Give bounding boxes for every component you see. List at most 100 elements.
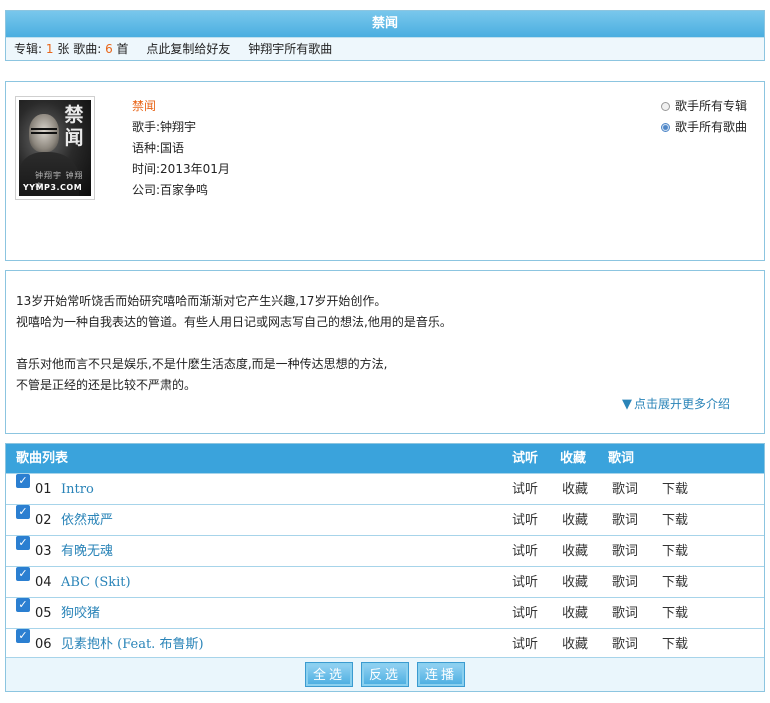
artist-all-songs-link[interactable]: 钟翔宇所有歌曲 (248, 42, 332, 56)
intro-gap (16, 333, 452, 354)
lyrics-link[interactable]: 歌词 (612, 505, 638, 536)
radio-selected-icon[interactable] (660, 123, 670, 132)
lyrics-link[interactable]: 歌词 (612, 567, 638, 598)
page-title: 禁闻 (6, 11, 764, 37)
song-number: 05 (35, 606, 52, 621)
expand-intro-link[interactable]: ▼ 点击展开更多介绍 (622, 395, 730, 412)
filter-all-songs[interactable]: 歌手所有歌曲 (660, 117, 747, 138)
checkbox-checked-icon[interactable]: ✓ (16, 598, 30, 612)
language-value: 国语 (160, 141, 185, 155)
intro-line: 13岁开始常听饶舌而始研究嘻哈而渐渐对它产生兴趣,17岁开始创作。 (16, 294, 387, 308)
song-number: 04 (35, 575, 52, 590)
favorite-link[interactable]: 收藏 (562, 567, 588, 598)
company-row: 公司:百家争鸣 (132, 183, 209, 197)
listen-link[interactable]: 试听 (512, 567, 538, 598)
song-title-link[interactable]: 有晚无魂 (61, 536, 113, 567)
song-title-link[interactable]: 见素抱朴 (Feat. 布鲁斯) (61, 629, 204, 660)
listen-link[interactable]: 试听 (512, 505, 538, 536)
album-cover[interactable]: 禁闻 钟翔宇 钟翔宇 YYMP3.COM (15, 96, 95, 200)
song-row: ✓ 04 ABC (Skit) 试听 收藏 歌词 下载 (6, 566, 764, 597)
checkbox-checked-icon[interactable]: ✓ (16, 629, 30, 643)
song-title-link[interactable]: Intro (61, 474, 94, 505)
song-row: ✓ 03 有晚无魂 试听 收藏 歌词 下载 (6, 535, 764, 566)
triangle-down-icon: ▼ (621, 397, 632, 412)
view-filter: 歌手所有专辑 歌手所有歌曲 (660, 96, 747, 138)
col-lyrics: 歌词 (608, 451, 635, 466)
listen-link[interactable]: 试听 (512, 629, 538, 660)
continuous-play-button[interactable]: 连播 (416, 662, 466, 687)
intro-line: 视嘻哈为一种自我表达的管道。有些人用日记或网志写自己的想法,他用的是音乐。 (16, 315, 452, 329)
lyrics-link[interactable]: 歌词 (612, 536, 638, 567)
singer-name: 钟翔宇 (160, 120, 197, 134)
song-row: ✓ 06 见素抱朴 (Feat. 布鲁斯) 试听 收藏 歌词 下载 (6, 628, 764, 659)
song-title-link[interactable]: ABC (Skit) (61, 567, 131, 598)
favorite-link[interactable]: 收藏 (562, 474, 588, 505)
col-favorite: 收藏 (560, 451, 587, 466)
album-name: 禁闻 (132, 99, 157, 113)
col-listen: 试听 (512, 451, 539, 466)
singer-row: 歌手:钟翔宇 (132, 120, 197, 134)
download-link[interactable]: 下载 (662, 629, 688, 660)
filter-label: 歌手所有歌曲 (674, 120, 747, 134)
checkbox-checked-icon[interactable]: ✓ (16, 536, 30, 550)
cover-figure-glasses (31, 128, 57, 134)
album-count: 1 (45, 42, 54, 56)
select-all-button[interactable]: 全选 (304, 662, 353, 687)
song-list-actions: 全选 反选 连播 (6, 657, 764, 691)
song-number: 06 (35, 637, 52, 652)
album-info-panel: 禁闻 钟翔宇 钟翔宇 YYMP3.COM 禁闻 歌手:钟翔宇 语种:国语 时间:… (5, 81, 765, 261)
song-row: ✓ 05 狗咬猪 试听 收藏 歌词 下载 (6, 597, 764, 628)
favorite-link[interactable]: 收藏 (562, 536, 588, 567)
song-count-unit: 首 (116, 42, 129, 56)
lyrics-link[interactable]: 歌词 (612, 629, 638, 660)
filter-label: 歌手所有专辑 (674, 99, 747, 113)
release-date: 2013年01月 (160, 162, 230, 176)
copy-to-friend-link[interactable]: 点此复制给好友 (146, 42, 230, 56)
song-count: 6 (105, 42, 113, 56)
intro-line: 音乐对他而言不只是娱乐,不是什麽生活态度,而是一种传达思想的方法, (16, 357, 388, 371)
song-title-link[interactable]: 依然戒严 (61, 505, 113, 536)
checkbox-checked-icon[interactable]: ✓ (16, 505, 30, 519)
song-number: 03 (35, 544, 52, 559)
song-count-label: 歌曲: (73, 42, 102, 56)
download-link[interactable]: 下载 (662, 598, 688, 629)
artist-intro-panel: 13岁开始常听饶舌而始研究嘻哈而渐渐对它产生兴趣,17岁开始创作。 视嘻哈为一种… (5, 270, 765, 434)
expand-intro-label: 点击展开更多介绍 (633, 397, 730, 411)
filter-all-albums[interactable]: 歌手所有专辑 (660, 96, 747, 117)
invert-selection-button[interactable]: 反选 (360, 662, 410, 687)
intro-line: 不管是正经的还是比较不严肃的。 (16, 378, 197, 392)
download-link[interactable]: 下载 (662, 536, 688, 567)
checkbox-checked-icon[interactable]: ✓ (16, 567, 30, 581)
album-cover-image: 禁闻 钟翔宇 钟翔宇 YYMP3.COM (19, 100, 91, 196)
listen-link[interactable]: 试听 (512, 598, 538, 629)
favorite-link[interactable]: 收藏 (562, 598, 588, 629)
favorite-link[interactable]: 收藏 (562, 505, 588, 536)
song-list-title: 歌曲列表 (16, 451, 69, 466)
song-number: 02 (35, 513, 52, 528)
listen-link[interactable]: 试听 (512, 536, 538, 567)
download-link[interactable]: 下载 (662, 567, 688, 598)
language-row: 语种:国语 (132, 141, 185, 155)
company-name: 百家争鸣 (160, 183, 209, 197)
lyrics-link[interactable]: 歌词 (612, 598, 638, 629)
intro-text: 13岁开始常听饶舌而始研究嘻哈而渐渐对它产生兴趣,17岁开始创作。 视嘻哈为一种… (16, 291, 452, 396)
album-count-label: 专辑: (14, 42, 43, 56)
song-list-header: 歌曲列表 试听 收藏 歌词 (6, 444, 764, 473)
album-stats: 专辑: 1 张 歌曲: 6 首 点此复制给好友 钟翔宇所有歌曲 (6, 37, 764, 60)
lyrics-link[interactable]: 歌词 (612, 474, 638, 505)
song-number: 01 (35, 482, 52, 497)
album-details: 禁闻 歌手:钟翔宇 语种:国语 时间:2013年01月 公司:百家争鸣 (132, 96, 230, 201)
album-header: 禁闻 专辑: 1 张 歌曲: 6 首 点此复制给好友 钟翔宇所有歌曲 (5, 10, 765, 61)
date-row: 时间:2013年01月 (132, 162, 230, 176)
checkbox-checked-icon[interactable]: ✓ (16, 474, 30, 488)
radio-icon[interactable] (660, 102, 670, 111)
listen-link[interactable]: 试听 (512, 474, 538, 505)
song-row: ✓ 02 依然戒严 试听 收藏 歌词 下载 (6, 504, 764, 535)
song-list: 歌曲列表 试听 收藏 歌词 ✓ 01 Intro 试听 收藏 歌词 下载 ✓ 0… (5, 443, 765, 692)
download-link[interactable]: 下载 (662, 474, 688, 505)
cover-watermark: YYMP3.COM (23, 183, 83, 192)
favorite-link[interactable]: 收藏 (562, 629, 588, 660)
download-link[interactable]: 下载 (662, 505, 688, 536)
cover-title-text: 禁闻 (64, 104, 84, 149)
song-title-link[interactable]: 狗咬猪 (61, 598, 100, 629)
